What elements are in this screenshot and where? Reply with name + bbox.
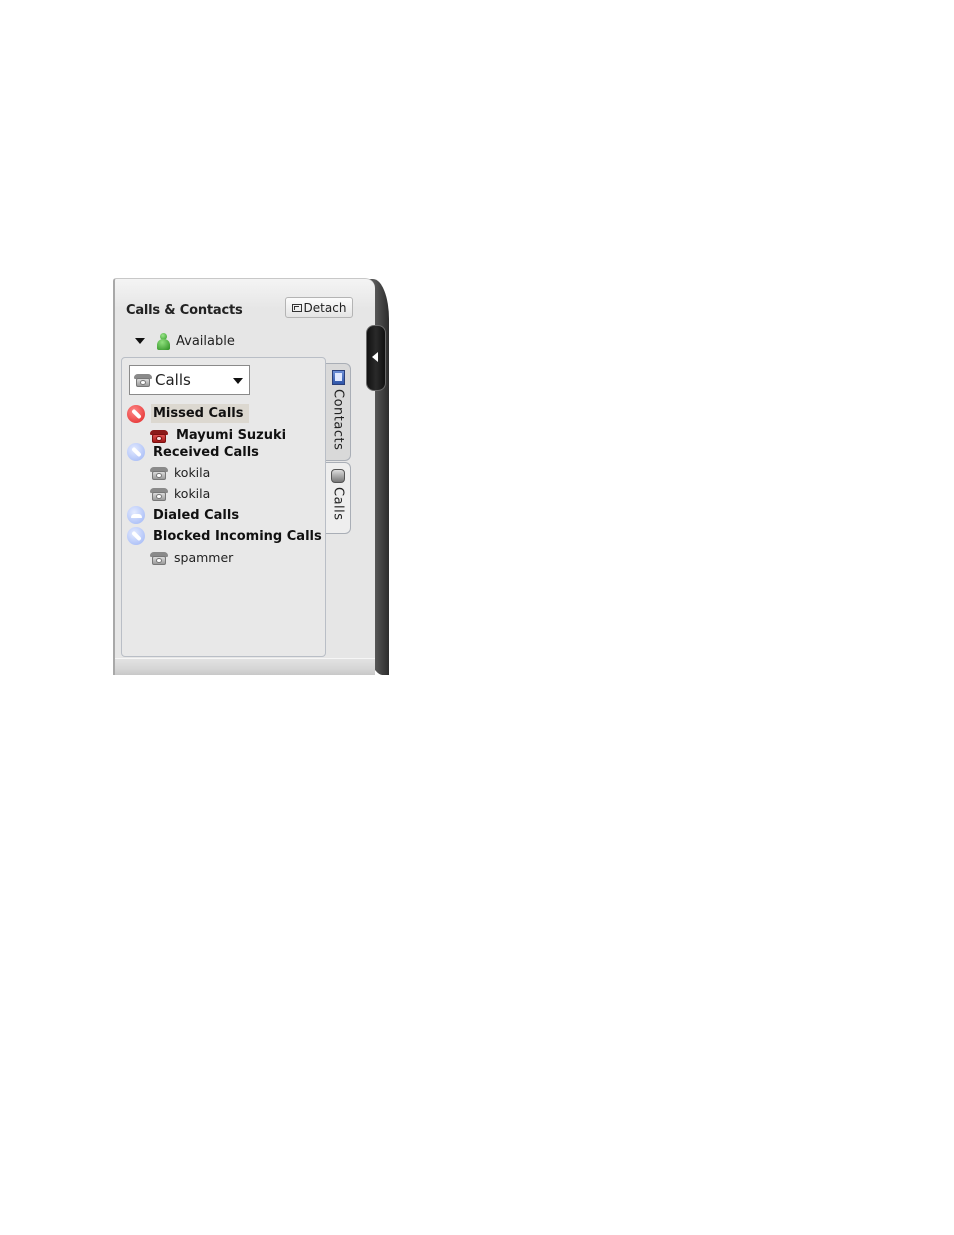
caller-name: Mayumi Suzuki [176, 428, 287, 443]
tree-category-missed-calls[interactable]: Missed Calls [127, 404, 250, 423]
phone-icon [134, 373, 152, 387]
tree-category-received-calls[interactable]: Received Calls [127, 443, 261, 461]
missed-call-icon [127, 404, 145, 423]
missed-phone-icon [150, 429, 168, 443]
detach-label: Detach [303, 300, 347, 315]
collapse-arrow-icon [372, 352, 378, 362]
dialed-call-icon [127, 506, 145, 524]
category-label: Blocked Incoming Calls [153, 528, 322, 544]
category-label: Dialed Calls [153, 507, 240, 523]
category-label: Received Calls [153, 444, 259, 460]
tree-item-call[interactable]: Mayumi Suzuki [150, 427, 288, 444]
view-select-dropdown[interactable]: Calls [129, 365, 250, 395]
caller-name: kokila [174, 486, 211, 501]
chevron-down-icon [233, 378, 243, 384]
window-title: Calls & Contacts [126, 303, 243, 318]
caller-name: kokila [174, 465, 211, 480]
tab-calls[interactable]: Calls [326, 462, 351, 534]
received-call-icon [127, 443, 145, 461]
blocked-call-icon [127, 527, 145, 545]
tree-item-call[interactable]: kokila [150, 465, 210, 480]
tree-item-call[interactable]: spammer [150, 550, 233, 565]
presence-status-selector[interactable]: Available [135, 331, 235, 351]
status-label: Available [176, 333, 235, 349]
available-person-icon [157, 332, 170, 350]
category-label: Missed Calls [151, 404, 250, 423]
detach-icon [291, 303, 302, 312]
view-select-value: Calls [155, 371, 191, 389]
caller-name: spammer [174, 550, 234, 565]
tab-label: Contacts [330, 389, 346, 451]
chevron-down-icon [135, 338, 145, 344]
phone-icon [331, 469, 345, 483]
tree-category-blocked-incoming-calls[interactable]: Blocked Incoming Calls [127, 527, 324, 545]
phone-icon [150, 466, 168, 480]
tree-category-dialed-calls[interactable]: Dialed Calls [127, 506, 241, 524]
collapse-panel-button[interactable] [366, 325, 386, 391]
tab-contacts[interactable]: Contacts [326, 363, 351, 461]
phone-icon [150, 551, 168, 565]
detach-button[interactable]: Detach [285, 297, 353, 318]
contacts-book-icon [331, 370, 345, 385]
tree-item-call[interactable]: kokila [150, 486, 210, 501]
tab-label: Calls [330, 487, 346, 521]
phone-icon [150, 487, 168, 501]
